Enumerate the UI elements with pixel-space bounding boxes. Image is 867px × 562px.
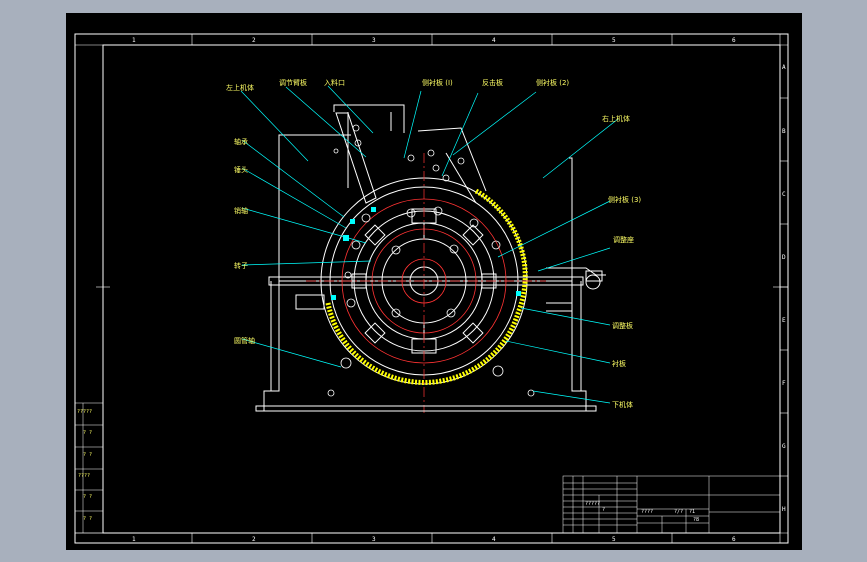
inner-frame — [102, 44, 781, 534]
title-block-text-2: ? — [602, 507, 605, 513]
zone-row-h: H — [782, 506, 786, 513]
title-block-text-5: ?1 — [689, 509, 695, 515]
label-pin-shaft: 销轴 — [234, 206, 248, 215]
zone-col-5-bottom: 5 — [612, 536, 616, 543]
left-strip-text-5: ? ? — [83, 494, 92, 500]
title-block-text-3: ???? — [641, 509, 653, 515]
title-block-text-6: ?8 — [693, 517, 699, 523]
left-strip-text-1: ????? — [77, 409, 92, 415]
leader-lines — [240, 85, 619, 404]
zone-col-3: 3 — [372, 37, 376, 44]
zone-col-5: 5 — [612, 37, 616, 44]
zone-col-6: 6 — [732, 37, 736, 44]
zone-row-g: G — [782, 443, 786, 450]
title-block-text-4: ?/? — [674, 509, 683, 515]
left-strip-text-4: ???? — [78, 473, 90, 479]
cad-viewport[interactable]: 1 2 3 4 5 6 1 2 3 4 5 6 A B C D E F G H … — [66, 13, 802, 550]
label-impact-plate: 反击板 — [482, 78, 503, 87]
zone-row-a: A — [782, 64, 786, 71]
left-strip-text-2: ? ? — [83, 430, 92, 436]
zone-dividers — [96, 34, 788, 543]
label-hammer-head: 锤头 — [234, 165, 248, 174]
outer-frame — [74, 33, 789, 544]
crusher-housing — [263, 104, 606, 412]
zone-row-e: E — [782, 317, 786, 324]
label-liner: 衬板 — [612, 359, 626, 368]
zone-row-b: B — [782, 128, 786, 135]
zone-col-3-bottom: 3 — [372, 536, 376, 543]
label-adjust-arm-plate: 调节臂板 — [279, 78, 307, 87]
label-left-upper-housing: 左上机体 — [226, 83, 254, 92]
left-strip-text-6: ? ? — [83, 516, 92, 522]
label-right-upper-housing: 右上机体 — [602, 114, 630, 123]
crusher-assembly-drawing: 1 2 3 4 5 6 1 2 3 4 5 6 A B C D E F G H … — [74, 33, 789, 544]
component-labels: 左上机体 调节臂板 入料口 侧衬板 (I) 反击板 侧衬板 (2) 右上机体 轴… — [226, 78, 641, 409]
label-rotor: 转子 — [234, 261, 248, 270]
zone-row-f: F — [782, 380, 786, 387]
zone-col-4-bottom: 4 — [492, 536, 496, 543]
zone-col-2: 2 — [252, 37, 256, 44]
label-bearing: 轴承 — [234, 137, 248, 146]
label-side-liner-2: 侧衬板 (2) — [536, 78, 569, 87]
zone-labels: 1 2 3 4 5 6 1 2 3 4 5 6 A B C D E F G H — [132, 37, 786, 543]
label-adjust-seat: 调整座 — [613, 235, 634, 244]
left-strip-text-3: ? ? — [83, 452, 92, 458]
label-lower-housing: 下机体 — [612, 400, 633, 409]
label-side-liner-3: 侧衬板 (3) — [608, 195, 641, 204]
left-strip-table — [74, 402, 104, 534]
zone-col-2-bottom: 2 — [252, 536, 256, 543]
zone-col-1: 1 — [132, 37, 136, 44]
base-plate — [255, 405, 597, 412]
zone-col-6-bottom: 6 — [732, 536, 736, 543]
zone-row-c: C — [782, 191, 786, 198]
label-side-liner-1: 侧衬板 (I) — [422, 78, 453, 87]
title-block-text-1: ????? — [585, 501, 600, 507]
zone-col-1-bottom: 1 — [132, 536, 136, 543]
label-feed-inlet: 入料口 — [324, 78, 345, 87]
zone-col-4: 4 — [492, 37, 496, 44]
zone-row-d: D — [782, 254, 786, 261]
label-adjust-plate: 调整板 — [612, 321, 633, 330]
label-round-tube-shaft: 圆管轴 — [234, 336, 255, 345]
